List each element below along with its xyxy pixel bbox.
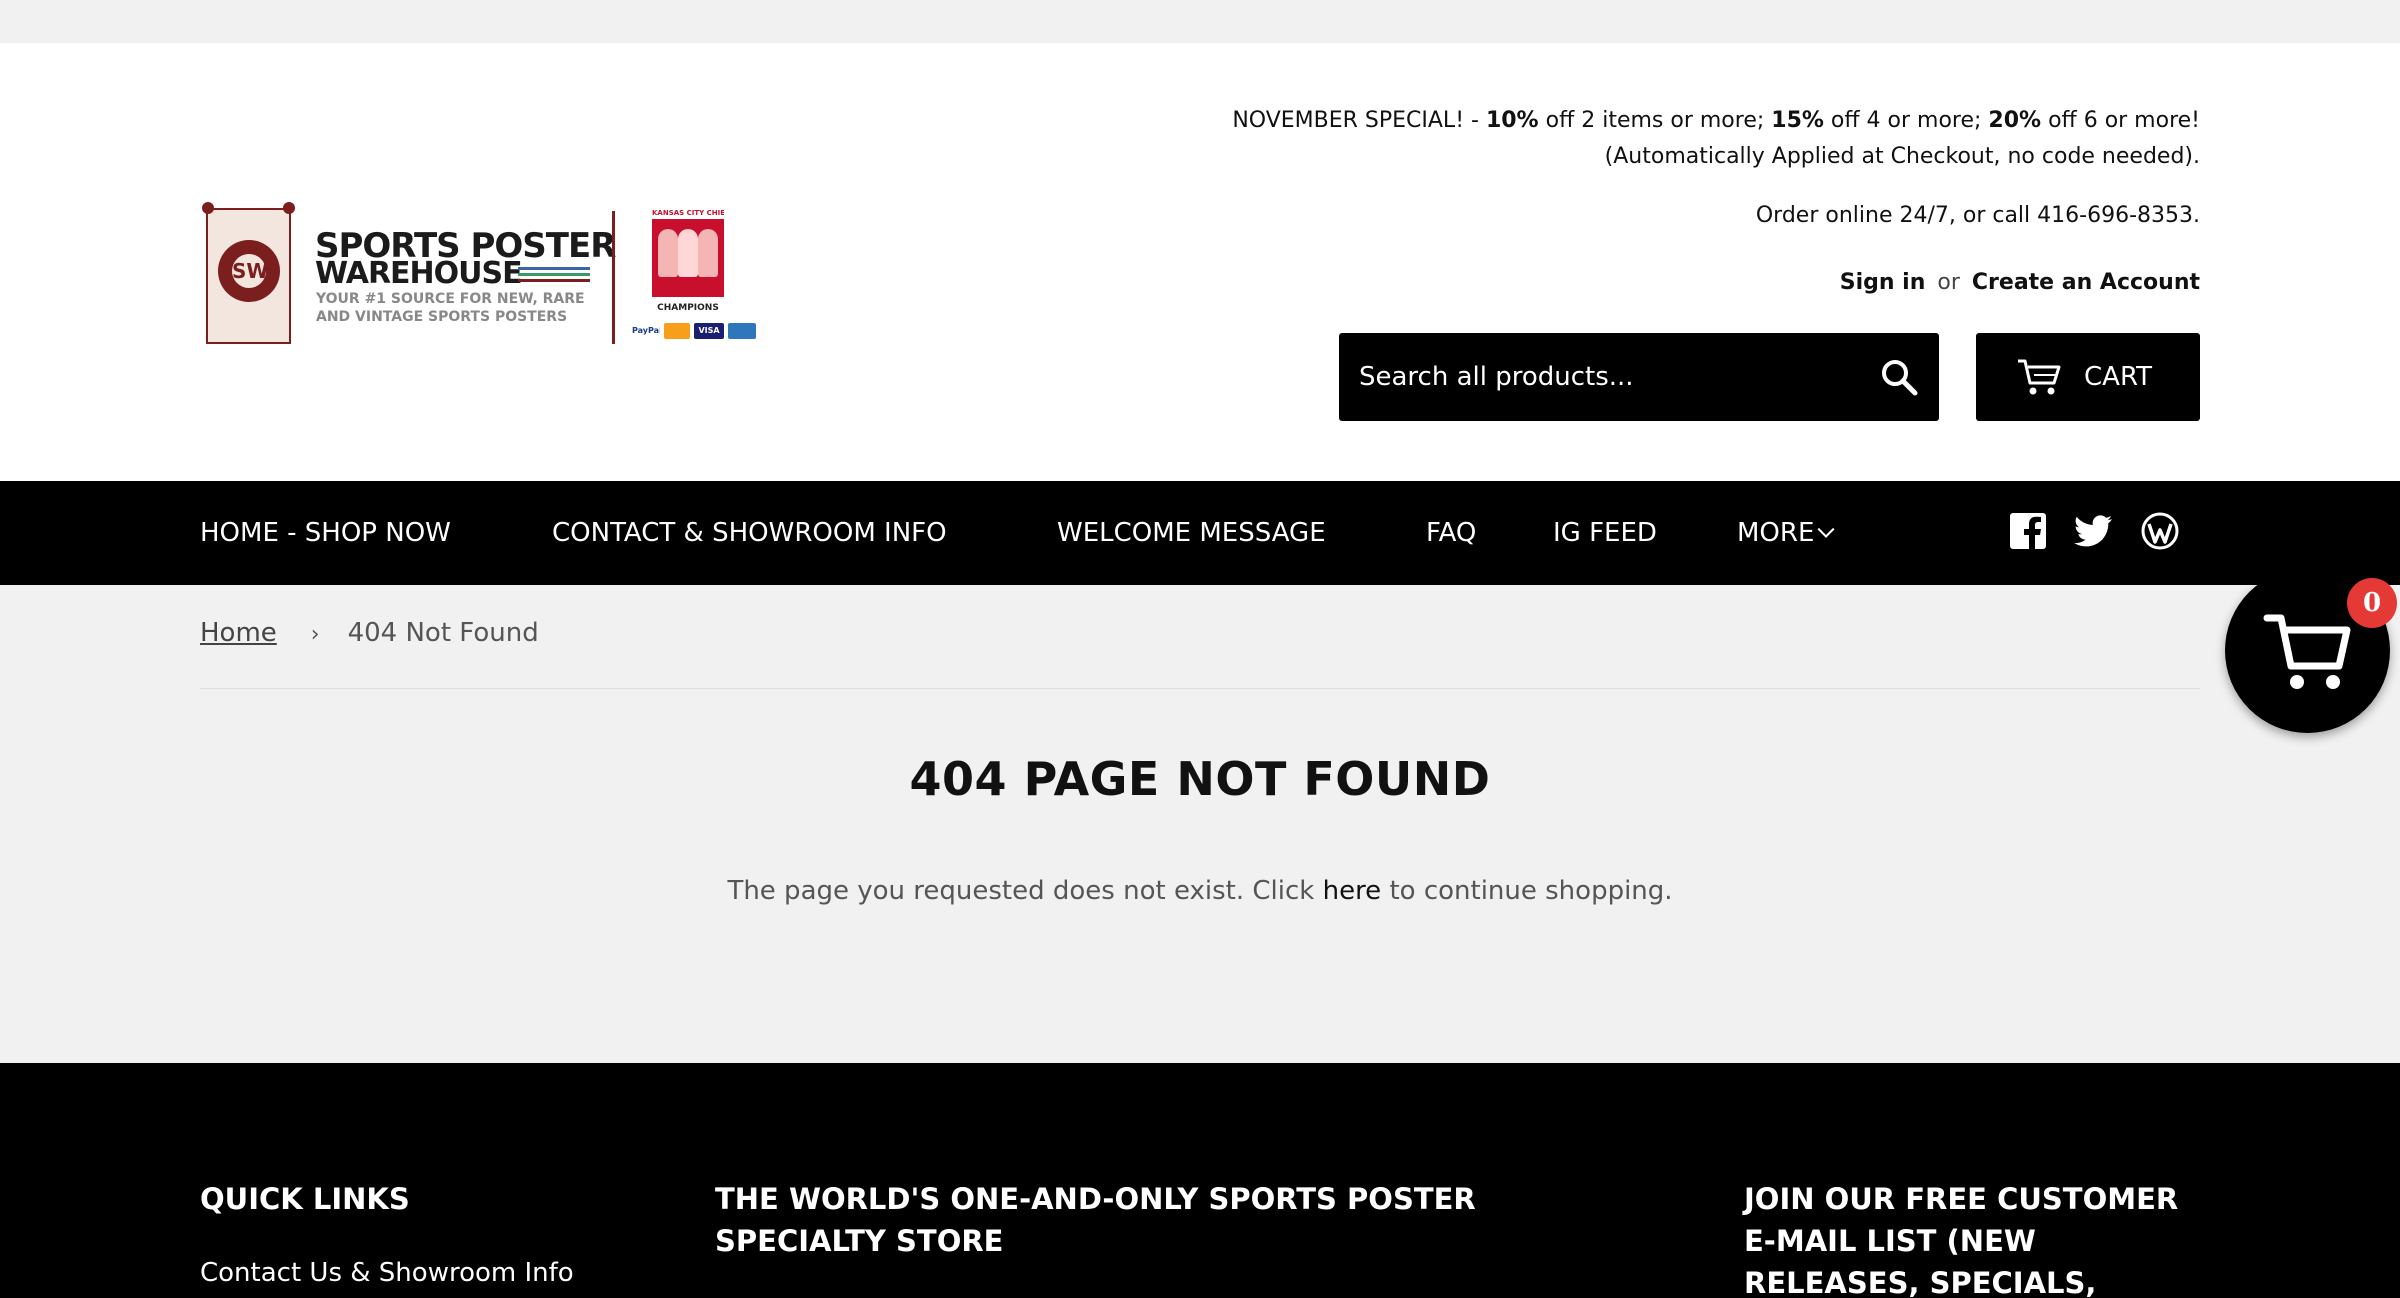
nav-item-more[interactable]: MORE bbox=[1737, 481, 1835, 585]
footer-contact-link[interactable]: Contact Us & Showroom Info bbox=[200, 1258, 574, 1288]
account-or-text: or bbox=[1937, 270, 1960, 295]
cart-button[interactable]: CART bbox=[1976, 333, 2200, 421]
breadcrumb-home-link[interactable]: Home bbox=[200, 618, 277, 648]
chevron-right-icon: › bbox=[310, 622, 320, 647]
mastercard-icon bbox=[664, 323, 690, 339]
search-input[interactable] bbox=[1359, 333, 1839, 421]
wordpress-icon[interactable] bbox=[2140, 511, 2180, 551]
promo-tier3-pct: 20% bbox=[1988, 108, 2042, 133]
promo-line2: (Automatically Applied at Checkout, no c… bbox=[1604, 144, 2200, 169]
nav-item-ig-feed[interactable]: IG FEED bbox=[1553, 481, 1657, 585]
footer-store-heading: THE WORLD'S ONE-AND-ONLY SPORTS POSTER S… bbox=[715, 1182, 1476, 1258]
create-account-link[interactable]: Create an Account bbox=[1972, 270, 2200, 295]
main-nav: HOME - SHOP NOW CONTACT & SHOWROOM INFO … bbox=[0, 481, 2400, 585]
promo-line1: NOVEMBER SPECIAL! - 10% off 2 items or m… bbox=[1232, 103, 2200, 139]
logo-mark-letters: SW bbox=[232, 259, 269, 283]
champions-poster-thumbnail: KANSAS CITY CHIEFS CHAMPIONS bbox=[652, 207, 724, 319]
nav-item-contact[interactable]: CONTACT & SHOWROOM INFO bbox=[552, 481, 947, 585]
nav-item-welcome[interactable]: WELCOME MESSAGE bbox=[1057, 481, 1326, 585]
nav-item-faq[interactable]: FAQ bbox=[1426, 481, 1476, 585]
cart-count-badge: 0 bbox=[2347, 578, 2397, 628]
player-figure bbox=[698, 229, 718, 277]
message-text-after: to continue shopping. bbox=[1381, 876, 1673, 906]
search-button[interactable] bbox=[1879, 357, 1919, 397]
amex-icon bbox=[728, 323, 756, 339]
account-links: Sign in or Create an Account bbox=[1840, 270, 2200, 295]
logo-tagline-line1: YOUR #1 SOURCE FOR NEW, RARE bbox=[316, 291, 585, 307]
footer-email-list-heading: JOIN OUR FREE CUSTOMER E-MAIL LIST (NEW … bbox=[1744, 1182, 2179, 1298]
promo-tier1-text: off 2 items or more; bbox=[1538, 108, 1772, 133]
nav-item-home[interactable]: HOME - SHOP NOW bbox=[200, 481, 451, 585]
logo-divider bbox=[612, 211, 615, 344]
logo-mark-icon: SW bbox=[218, 240, 280, 302]
search-icon bbox=[1882, 360, 1918, 396]
search-form bbox=[1339, 333, 1939, 421]
cart-icon bbox=[2018, 359, 2061, 395]
twitter-icon[interactable] bbox=[2074, 511, 2114, 551]
top-bar bbox=[0, 0, 2400, 43]
breadcrumb-current: 404 Not Found bbox=[347, 618, 539, 648]
paypal-icon: PayPal bbox=[632, 323, 660, 339]
site-footer: QUICK LINKS Contact Us & Showroom Info T… bbox=[0, 1063, 2400, 1298]
breadcrumb: Home › 404 Not Found bbox=[200, 618, 539, 648]
site-logo[interactable]: SW SPORTS POSTER WAREHOUSE YOUR #1 SOURC… bbox=[200, 163, 760, 346]
order-phone-line: Order online 24/7, or call 416-696-8353. bbox=[1755, 203, 2200, 228]
message-text-before: The page you requested does not exist. C… bbox=[727, 876, 1323, 906]
breadcrumb-divider bbox=[200, 688, 2200, 689]
logo-stripes bbox=[518, 267, 590, 285]
logo-tagline-line2: AND VINTAGE SPORTS POSTERS bbox=[316, 309, 568, 325]
pin-icon bbox=[202, 202, 214, 214]
promo-tier1-pct: 10% bbox=[1485, 108, 1539, 133]
promo-tier2-pct: 15% bbox=[1771, 108, 1824, 133]
poster-frame-graphic: SW bbox=[202, 202, 295, 344]
logo-mark-inner: SW bbox=[232, 254, 269, 288]
payment-cards: PayPal VISA bbox=[632, 321, 756, 341]
sign-in-link[interactable]: Sign in bbox=[1840, 270, 1926, 295]
chevron-down-icon bbox=[1817, 520, 1835, 538]
page-title: 404 PAGE NOT FOUND bbox=[909, 752, 1491, 806]
facebook-icon[interactable] bbox=[2008, 511, 2048, 551]
player-figure bbox=[658, 229, 678, 277]
footer-quick-links-heading: QUICK LINKS bbox=[200, 1182, 410, 1216]
promo-banner: NOVEMBER SPECIAL! - 10% off 2 items or m… bbox=[1232, 103, 2200, 175]
champions-poster-caption: CHAMPIONS bbox=[652, 297, 724, 319]
promo-prefix: NOVEMBER SPECIAL! - bbox=[1232, 108, 1486, 133]
promo-tier3-text: off 6 or more! bbox=[2041, 108, 2200, 133]
champions-poster-header: KANSAS CITY CHIEFS bbox=[652, 207, 724, 219]
pin-icon bbox=[283, 202, 295, 214]
promo-tier2-text: off 4 or more; bbox=[1823, 108, 1989, 133]
not-found-message: The page you requested does not exist. C… bbox=[0, 876, 2400, 906]
nav-item-more-label: MORE bbox=[1737, 518, 1815, 548]
cart-icon bbox=[2263, 614, 2351, 689]
continue-shopping-link[interactable]: here bbox=[1323, 876, 1382, 906]
logo-title-line2: WAREHOUSE bbox=[315, 256, 523, 291]
cart-label: CART bbox=[2084, 362, 2152, 392]
visa-icon: VISA bbox=[694, 323, 724, 339]
player-figure bbox=[678, 229, 698, 277]
